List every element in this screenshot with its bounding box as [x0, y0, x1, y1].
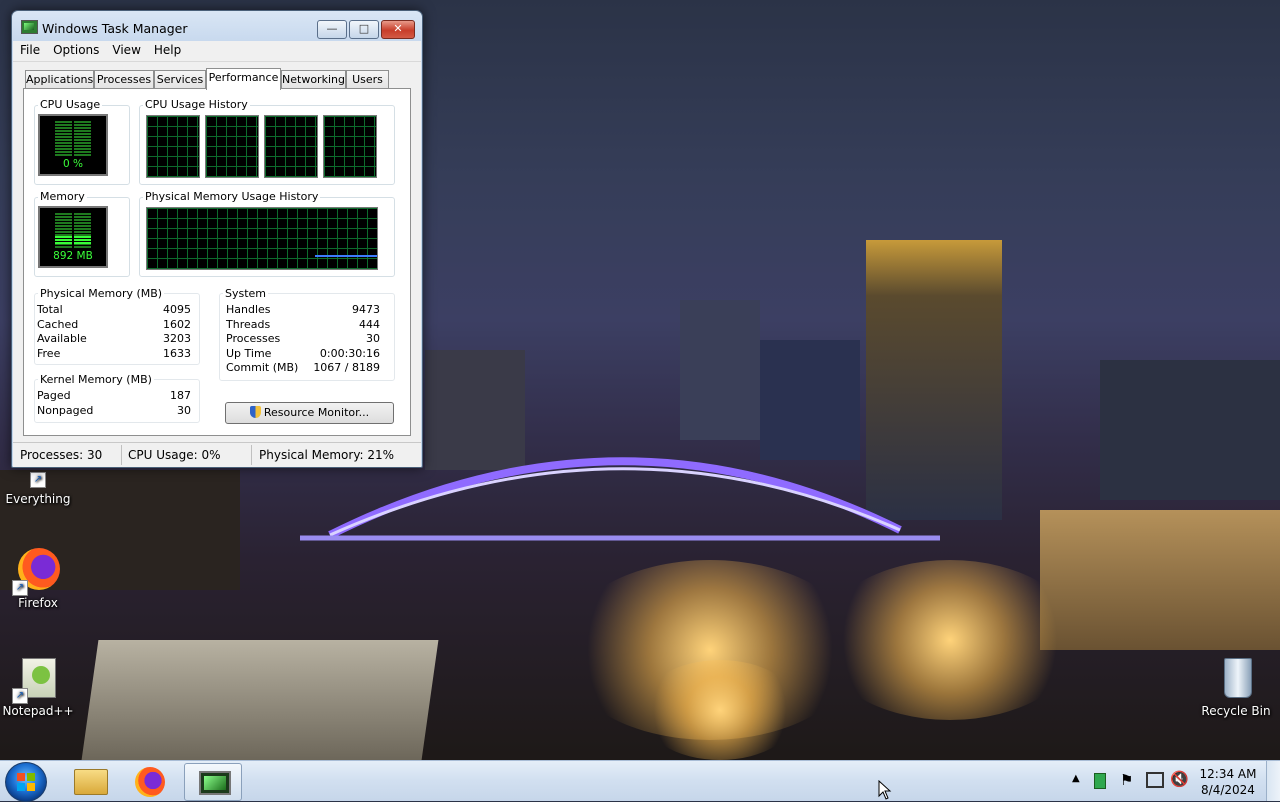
window-client: Applications Processes Services Performa… [13, 62, 421, 466]
taskbar-task-manager[interactable] [184, 763, 242, 801]
taskbar: ▲ ⚑ 🔇 12:34 AM 8/4/2024 [0, 760, 1280, 802]
memory-label: Memory [38, 190, 87, 203]
stat-row: Threads 444 [226, 317, 380, 331]
performance-panel: CPU Usage 0 % CPU Usage History Memory 8… [23, 88, 411, 436]
cpu-history-group: CPU Usage History [139, 98, 395, 185]
status-bar: Processes: 30 CPU Usage: 0% Physical Mem… [13, 442, 421, 467]
stat-row: Paged 187 [37, 389, 191, 402]
desktop-icon-firefox[interactable]: ↗ Firefox [0, 548, 76, 610]
cpu-core-graph [323, 115, 377, 178]
task-manager-icon [199, 771, 231, 795]
firefox-icon [135, 767, 165, 797]
everything-icon: ↗ [16, 470, 60, 488]
tab-services[interactable]: Services [154, 70, 206, 89]
task-manager-window: Windows Task Manager — □ ✕ File Options Vi… [11, 10, 423, 468]
desktop-icon-everything[interactable]: ↗ Everything [0, 470, 76, 506]
menu-view[interactable]: View [105, 41, 146, 57]
recycle-bin-icon [1214, 656, 1258, 700]
stat-row: Cached 1602 [37, 317, 191, 331]
menu-options[interactable]: Options [46, 41, 105, 57]
clock-date: 8/4/2024 [1201, 783, 1255, 797]
maximize-button[interactable]: □ [349, 20, 379, 39]
memory-group: Memory 892 MB [34, 190, 130, 277]
cpu-usage-value: 0 % [63, 158, 83, 170]
stat-row: Available 3203 [37, 332, 191, 345]
memory-meter: 892 MB [38, 206, 108, 268]
network-icon[interactable] [1146, 772, 1164, 788]
menu-file[interactable]: File [13, 41, 46, 57]
action-center-flag-icon[interactable]: ⚑ [1120, 771, 1133, 789]
desktop-icon-notepadpp[interactable]: ↗ Notepad++ [0, 656, 76, 718]
tab-processes[interactable]: Processes [94, 70, 154, 89]
physical-memory-group: Physical Memory (MB) Total 4095 Cached 160… [34, 287, 200, 365]
status-memory: Physical Memory: 21% [259, 448, 395, 462]
hardware-status-icon[interactable] [1094, 773, 1106, 789]
clock[interactable]: 12:34 AM 8/4/2024 [1198, 766, 1258, 798]
firefox-icon: ↗ [12, 548, 60, 596]
memory-level-fill [55, 236, 91, 244]
stat-row: Total 4095 [37, 303, 191, 316]
system-group: System Handles 9473 Threads 444 Processes 3… [219, 287, 395, 381]
menu-bar: File Options View Help [13, 41, 421, 62]
status-cpu: CPU Usage: 0% [128, 448, 221, 462]
memory-value: 892 MB [53, 250, 93, 262]
taskbar-firefox[interactable] [122, 763, 178, 799]
cpu-usage-group: CPU Usage 0 % [34, 98, 130, 185]
stat-row: Processes 30 [226, 332, 380, 345]
physical-memory-stats: Total 4095 Cached 1602 Available 3203 Free 1… [37, 303, 191, 361]
stat-row: Free 1633 [37, 346, 191, 360]
minimize-button[interactable]: — [317, 20, 347, 39]
stat-row: Commit (MB) 1067 / 8189 [226, 361, 380, 374]
mouse-cursor-icon [878, 780, 892, 800]
cpu-usage-label: CPU Usage [38, 98, 103, 111]
memory-history-label: Physical Memory Usage History [143, 190, 321, 203]
tab-performance[interactable]: Performance [206, 68, 281, 90]
cpu-usage-meter: 0 % [38, 114, 108, 176]
desktop-icon-recycle-bin[interactable]: Recycle Bin [1198, 656, 1274, 718]
memory-usage-line [315, 255, 377, 257]
stat-row: Handles 9473 [226, 303, 380, 316]
show-desktop-button[interactable] [1266, 761, 1280, 801]
stat-row: Nonpaged 30 [37, 403, 191, 417]
cpu-core-graph [264, 115, 318, 178]
kernel-memory-title: Kernel Memory (MB) [38, 373, 154, 386]
file-explorer-icon [74, 769, 108, 795]
clock-time: 12:34 AM [1199, 767, 1257, 781]
tab-users[interactable]: Users [346, 70, 389, 89]
volume-muted-icon[interactable]: 🔇 [1170, 770, 1189, 788]
notepadpp-icon: ↗ [12, 656, 60, 704]
system-stats: Handles 9473 Threads 444 Processes 30 Up Ti… [226, 303, 380, 376]
windows-logo-icon [17, 773, 35, 791]
uac-shield-icon [249, 406, 261, 418]
window-title: Windows Task Manager [42, 21, 188, 36]
menu-help[interactable]: Help [147, 41, 187, 57]
memory-history-group: Physical Memory Usage History [139, 190, 395, 277]
cpu-core-graph [146, 115, 200, 178]
system-title: System [223, 287, 269, 300]
tab-networking[interactable]: Networking [281, 70, 346, 89]
resource-monitor-button[interactable]: Resource Monitor... [225, 402, 394, 424]
kernel-memory-stats: Paged 187 Nonpaged 30 [37, 389, 191, 418]
cpu-history-label: CPU Usage History [143, 98, 250, 111]
memory-history-graph [146, 207, 378, 270]
kernel-memory-group: Kernel Memory (MB) Paged 187 Nonpaged 30 [34, 373, 200, 423]
start-button[interactable] [5, 762, 47, 802]
physical-memory-title: Physical Memory (MB) [38, 287, 165, 300]
taskbar-file-explorer[interactable] [62, 763, 118, 799]
tab-applications[interactable]: Applications [25, 70, 94, 89]
close-button[interactable]: ✕ [381, 20, 415, 39]
cpu-core-graph [205, 115, 259, 178]
show-hidden-icons-icon[interactable]: ▲ [1072, 773, 1080, 784]
title-bar[interactable]: Windows Task Manager — □ ✕ [12, 11, 422, 41]
status-processes: Processes: 30 [20, 448, 103, 462]
stat-row: Up Time 0:00:30:16 [226, 346, 380, 360]
task-manager-icon [21, 20, 38, 34]
